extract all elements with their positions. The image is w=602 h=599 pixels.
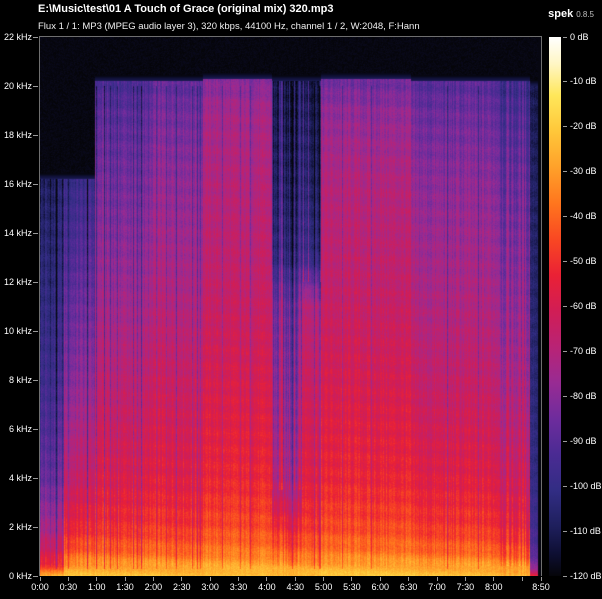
time-tick (125, 577, 126, 581)
freq-tick (33, 429, 38, 430)
time-tick-label: 5:30 (343, 583, 361, 592)
db-tick-label: -10 dB (570, 77, 597, 86)
db-tick-label: -60 dB (570, 302, 597, 311)
time-tick (295, 577, 296, 581)
db-legend-gradient-bar (549, 37, 561, 576)
time-tick (153, 577, 154, 581)
freq-tick (33, 331, 38, 332)
time-tick (96, 577, 97, 581)
time-tick-label: 4:30 (286, 583, 304, 592)
db-tick (563, 486, 567, 487)
time-tick-label: 2:00 (145, 583, 163, 592)
time-tick (323, 577, 324, 581)
time-tick (493, 577, 494, 581)
time-tick-label: 3:30 (230, 583, 248, 592)
spectrogram-canvas (40, 37, 541, 576)
time-tick-label: 7:00 (428, 583, 446, 592)
db-tick (563, 216, 567, 217)
db-tick-label: -110 dB (570, 527, 601, 536)
app-name: spek (548, 8, 573, 20)
db-tick-label: -70 dB (570, 347, 597, 356)
freq-tick-label: 14 kHz (1, 229, 32, 238)
freq-tick-label: 6 kHz (1, 425, 32, 434)
spectrogram-plot-frame (39, 36, 542, 576)
db-tick (563, 576, 567, 577)
db-tick (563, 126, 567, 127)
time-tick-label: 8:00 (485, 583, 503, 592)
freq-tick (33, 184, 38, 185)
db-tick-label: -20 dB (570, 122, 597, 131)
time-tick-label: 0:30 (60, 583, 78, 592)
freq-tick-label: 4 kHz (1, 474, 32, 483)
time-tick-label: 6:00 (372, 583, 390, 592)
time-tick (238, 577, 239, 581)
time-tick (380, 577, 381, 581)
freq-tick (33, 37, 38, 38)
db-tick-label: -90 dB (570, 437, 597, 446)
db-tick-label: -100 dB (570, 482, 602, 491)
time-tick-label: 2:30 (173, 583, 191, 592)
freq-tick (33, 86, 38, 87)
time-tick-label: 0:00 (31, 583, 49, 592)
time-tick-label: 4:00 (258, 583, 276, 592)
time-tick (541, 577, 542, 581)
time-tick (68, 577, 69, 581)
time-tick-label: 3:00 (201, 583, 219, 592)
db-tick (563, 531, 567, 532)
stream-info-subtitle: Flux 1 / 1: MP3 (MPEG audio layer 3), 32… (38, 21, 420, 32)
freq-tick-label: 0 kHz (1, 572, 32, 581)
freq-tick-label: 18 kHz (1, 131, 32, 140)
time-tick-label: 1:30 (116, 583, 134, 592)
time-tick (210, 577, 211, 581)
time-tick (40, 577, 41, 581)
db-tick-label: -120 dB (570, 572, 602, 581)
freq-tick (33, 135, 38, 136)
freq-tick (33, 380, 38, 381)
db-tick (563, 81, 567, 82)
spek-window: { "header": { "title": "E:\\Music\\test\… (0, 0, 602, 599)
db-tick (563, 351, 567, 352)
time-tick-label: 6:30 (400, 583, 418, 592)
db-tick-label: -30 dB (570, 167, 597, 176)
freq-tick-label: 10 kHz (1, 327, 32, 336)
db-tick (563, 396, 567, 397)
time-tick-label: 8:50 (532, 583, 550, 592)
time-tick (408, 577, 409, 581)
freq-tick (33, 233, 38, 234)
time-tick-label: 1:00 (88, 583, 106, 592)
freq-tick (33, 282, 38, 283)
time-tick (351, 577, 352, 581)
db-tick (563, 261, 567, 262)
time-tick-label: 5:00 (315, 583, 333, 592)
freq-tick (33, 576, 38, 577)
db-tick-label: 0 dB (570, 33, 589, 42)
db-tick (563, 306, 567, 307)
db-tick (563, 441, 567, 442)
freq-tick-label: 2 kHz (1, 523, 32, 532)
db-tick-label: -50 dB (570, 257, 597, 266)
db-tick-label: -40 dB (570, 212, 597, 221)
time-tick (437, 577, 438, 581)
freq-tick (33, 527, 38, 528)
freq-tick (33, 478, 38, 479)
db-tick (563, 171, 567, 172)
time-tick (465, 577, 466, 581)
db-tick-label: -80 dB (570, 392, 597, 401)
time-tick (181, 577, 182, 581)
freq-tick-label: 22 kHz (1, 33, 32, 42)
app-brand: spek0.8.5 (548, 4, 594, 22)
time-tick (522, 577, 523, 581)
app-version: 0.8.5 (576, 10, 594, 19)
file-path-title: E:\Music\test\01 A Touch of Grace (origi… (38, 3, 333, 15)
freq-tick-label: 20 kHz (1, 82, 32, 91)
freq-tick-label: 12 kHz (1, 278, 32, 287)
freq-tick-label: 16 kHz (1, 180, 32, 189)
freq-tick-label: 8 kHz (1, 376, 32, 385)
time-tick-label: 7:30 (457, 583, 475, 592)
db-tick (563, 37, 567, 38)
time-tick (266, 577, 267, 581)
